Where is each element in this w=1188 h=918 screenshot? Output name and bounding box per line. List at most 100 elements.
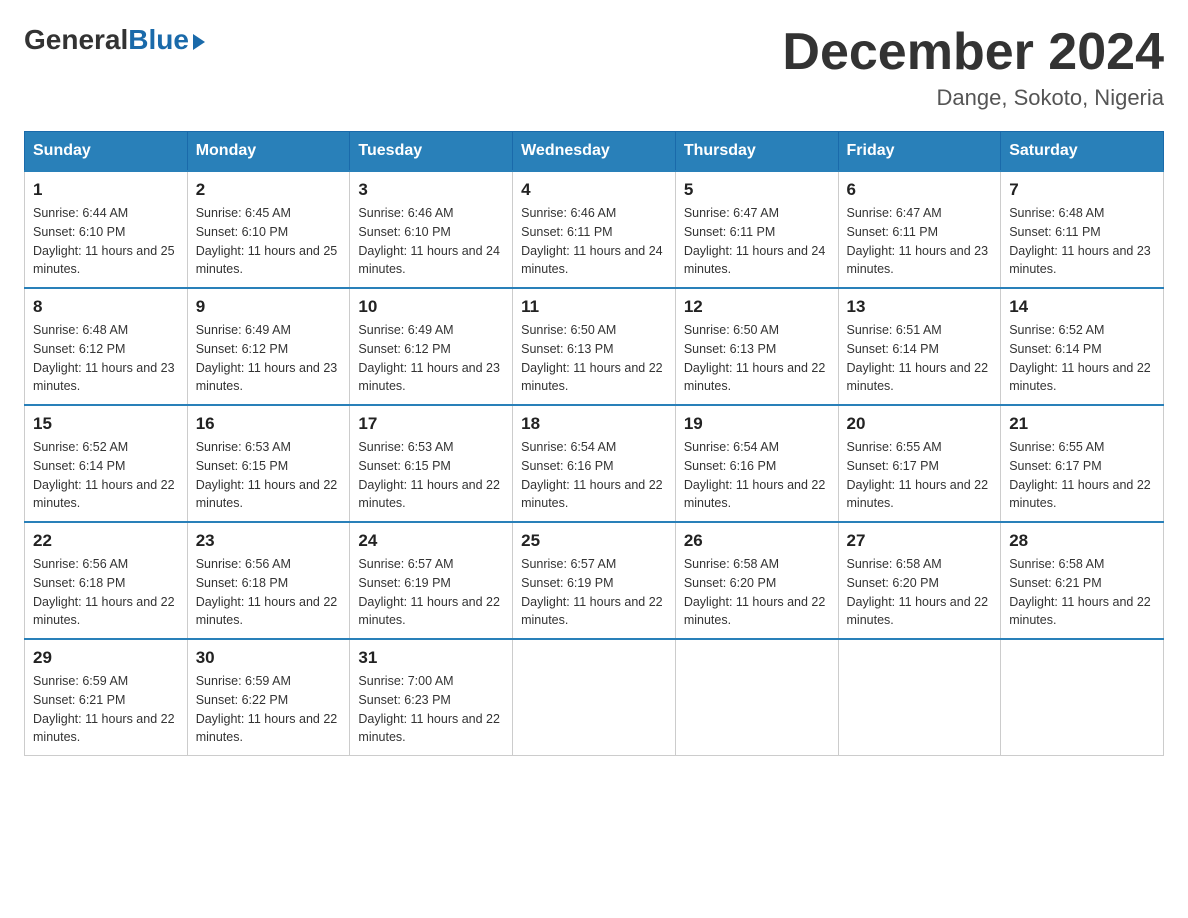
logo-arrow-icon [193,34,205,50]
day-number: 26 [684,531,830,551]
calendar-cell [513,639,676,756]
day-number: 11 [521,297,667,317]
day-number: 5 [684,180,830,200]
day-number: 23 [196,531,342,551]
calendar-cell: 4 Sunrise: 6:46 AM Sunset: 6:11 PM Dayli… [513,171,676,288]
day-number: 12 [684,297,830,317]
calendar-cell: 17 Sunrise: 6:53 AM Sunset: 6:15 PM Dayl… [350,405,513,522]
day-info: Sunrise: 6:53 AM Sunset: 6:15 PM Dayligh… [358,438,504,513]
calendar-week-row: 1 Sunrise: 6:44 AM Sunset: 6:10 PM Dayli… [25,171,1164,288]
calendar-cell: 23 Sunrise: 6:56 AM Sunset: 6:18 PM Dayl… [187,522,350,639]
calendar-cell: 29 Sunrise: 6:59 AM Sunset: 6:21 PM Dayl… [25,639,188,756]
header-sunday: Sunday [25,132,188,172]
day-number: 22 [33,531,179,551]
day-info: Sunrise: 6:50 AM Sunset: 6:13 PM Dayligh… [521,321,667,396]
calendar-cell: 25 Sunrise: 6:57 AM Sunset: 6:19 PM Dayl… [513,522,676,639]
day-info: Sunrise: 6:51 AM Sunset: 6:14 PM Dayligh… [847,321,993,396]
calendar-cell: 1 Sunrise: 6:44 AM Sunset: 6:10 PM Dayli… [25,171,188,288]
day-info: Sunrise: 6:48 AM Sunset: 6:11 PM Dayligh… [1009,204,1155,279]
logo-blue-text: Blue [128,24,189,56]
day-number: 29 [33,648,179,668]
day-info: Sunrise: 6:54 AM Sunset: 6:16 PM Dayligh… [521,438,667,513]
day-info: Sunrise: 6:58 AM Sunset: 6:20 PM Dayligh… [684,555,830,630]
calendar-cell: 22 Sunrise: 6:56 AM Sunset: 6:18 PM Dayl… [25,522,188,639]
logo-general-text: General [24,24,128,56]
calendar-week-row: 8 Sunrise: 6:48 AM Sunset: 6:12 PM Dayli… [25,288,1164,405]
day-number: 16 [196,414,342,434]
day-number: 6 [847,180,993,200]
calendar-cell: 16 Sunrise: 6:53 AM Sunset: 6:15 PM Dayl… [187,405,350,522]
day-info: Sunrise: 6:49 AM Sunset: 6:12 PM Dayligh… [196,321,342,396]
header-tuesday: Tuesday [350,132,513,172]
day-info: Sunrise: 6:53 AM Sunset: 6:15 PM Dayligh… [196,438,342,513]
day-info: Sunrise: 6:59 AM Sunset: 6:21 PM Dayligh… [33,672,179,747]
calendar-cell: 5 Sunrise: 6:47 AM Sunset: 6:11 PM Dayli… [675,171,838,288]
calendar-cell: 26 Sunrise: 6:58 AM Sunset: 6:20 PM Dayl… [675,522,838,639]
calendar-cell: 19 Sunrise: 6:54 AM Sunset: 6:16 PM Dayl… [675,405,838,522]
day-number: 25 [521,531,667,551]
day-info: Sunrise: 6:46 AM Sunset: 6:10 PM Dayligh… [358,204,504,279]
calendar-cell: 21 Sunrise: 6:55 AM Sunset: 6:17 PM Dayl… [1001,405,1164,522]
day-info: Sunrise: 6:52 AM Sunset: 6:14 PM Dayligh… [33,438,179,513]
day-number: 19 [684,414,830,434]
day-info: Sunrise: 6:45 AM Sunset: 6:10 PM Dayligh… [196,204,342,279]
page-header: General Blue December 2024 Dange, Sokoto… [24,24,1164,111]
logo: General Blue [24,24,205,56]
day-info: Sunrise: 6:59 AM Sunset: 6:22 PM Dayligh… [196,672,342,747]
calendar-cell: 2 Sunrise: 6:45 AM Sunset: 6:10 PM Dayli… [187,171,350,288]
calendar-cell: 9 Sunrise: 6:49 AM Sunset: 6:12 PM Dayli… [187,288,350,405]
day-number: 31 [358,648,504,668]
day-number: 10 [358,297,504,317]
day-number: 8 [33,297,179,317]
day-number: 3 [358,180,504,200]
calendar-header-row: SundayMondayTuesdayWednesdayThursdayFrid… [25,132,1164,172]
day-info: Sunrise: 6:52 AM Sunset: 6:14 PM Dayligh… [1009,321,1155,396]
header-wednesday: Wednesday [513,132,676,172]
day-info: Sunrise: 6:56 AM Sunset: 6:18 PM Dayligh… [196,555,342,630]
day-info: Sunrise: 6:44 AM Sunset: 6:10 PM Dayligh… [33,204,179,279]
calendar-week-row: 22 Sunrise: 6:56 AM Sunset: 6:18 PM Dayl… [25,522,1164,639]
calendar-cell: 14 Sunrise: 6:52 AM Sunset: 6:14 PM Dayl… [1001,288,1164,405]
day-number: 13 [847,297,993,317]
calendar-cell: 27 Sunrise: 6:58 AM Sunset: 6:20 PM Dayl… [838,522,1001,639]
calendar-cell: 3 Sunrise: 6:46 AM Sunset: 6:10 PM Dayli… [350,171,513,288]
header-monday: Monday [187,132,350,172]
calendar-week-row: 15 Sunrise: 6:52 AM Sunset: 6:14 PM Dayl… [25,405,1164,522]
day-number: 4 [521,180,667,200]
day-info: Sunrise: 6:57 AM Sunset: 6:19 PM Dayligh… [521,555,667,630]
day-info: Sunrise: 6:54 AM Sunset: 6:16 PM Dayligh… [684,438,830,513]
calendar-cell: 10 Sunrise: 6:49 AM Sunset: 6:12 PM Dayl… [350,288,513,405]
header-friday: Friday [838,132,1001,172]
calendar-cell: 6 Sunrise: 6:47 AM Sunset: 6:11 PM Dayli… [838,171,1001,288]
calendar-cell [675,639,838,756]
month-title: December 2024 [782,24,1164,81]
header-thursday: Thursday [675,132,838,172]
calendar-cell: 30 Sunrise: 6:59 AM Sunset: 6:22 PM Dayl… [187,639,350,756]
calendar-week-row: 29 Sunrise: 6:59 AM Sunset: 6:21 PM Dayl… [25,639,1164,756]
day-info: Sunrise: 6:47 AM Sunset: 6:11 PM Dayligh… [684,204,830,279]
day-info: Sunrise: 6:55 AM Sunset: 6:17 PM Dayligh… [1009,438,1155,513]
calendar-cell: 13 Sunrise: 6:51 AM Sunset: 6:14 PM Dayl… [838,288,1001,405]
day-info: Sunrise: 6:55 AM Sunset: 6:17 PM Dayligh… [847,438,993,513]
calendar-cell: 7 Sunrise: 6:48 AM Sunset: 6:11 PM Dayli… [1001,171,1164,288]
day-number: 24 [358,531,504,551]
day-info: Sunrise: 6:58 AM Sunset: 6:21 PM Dayligh… [1009,555,1155,630]
calendar-cell: 11 Sunrise: 6:50 AM Sunset: 6:13 PM Dayl… [513,288,676,405]
day-info: Sunrise: 6:56 AM Sunset: 6:18 PM Dayligh… [33,555,179,630]
day-number: 14 [1009,297,1155,317]
day-number: 30 [196,648,342,668]
title-section: December 2024 Dange, Sokoto, Nigeria [782,24,1164,111]
day-info: Sunrise: 6:49 AM Sunset: 6:12 PM Dayligh… [358,321,504,396]
day-number: 27 [847,531,993,551]
day-number: 9 [196,297,342,317]
day-info: Sunrise: 6:57 AM Sunset: 6:19 PM Dayligh… [358,555,504,630]
day-number: 7 [1009,180,1155,200]
day-number: 18 [521,414,667,434]
calendar-cell: 15 Sunrise: 6:52 AM Sunset: 6:14 PM Dayl… [25,405,188,522]
calendar-cell [838,639,1001,756]
day-info: Sunrise: 6:46 AM Sunset: 6:11 PM Dayligh… [521,204,667,279]
day-number: 28 [1009,531,1155,551]
calendar-cell: 24 Sunrise: 6:57 AM Sunset: 6:19 PM Dayl… [350,522,513,639]
day-number: 2 [196,180,342,200]
calendar-cell: 18 Sunrise: 6:54 AM Sunset: 6:16 PM Dayl… [513,405,676,522]
